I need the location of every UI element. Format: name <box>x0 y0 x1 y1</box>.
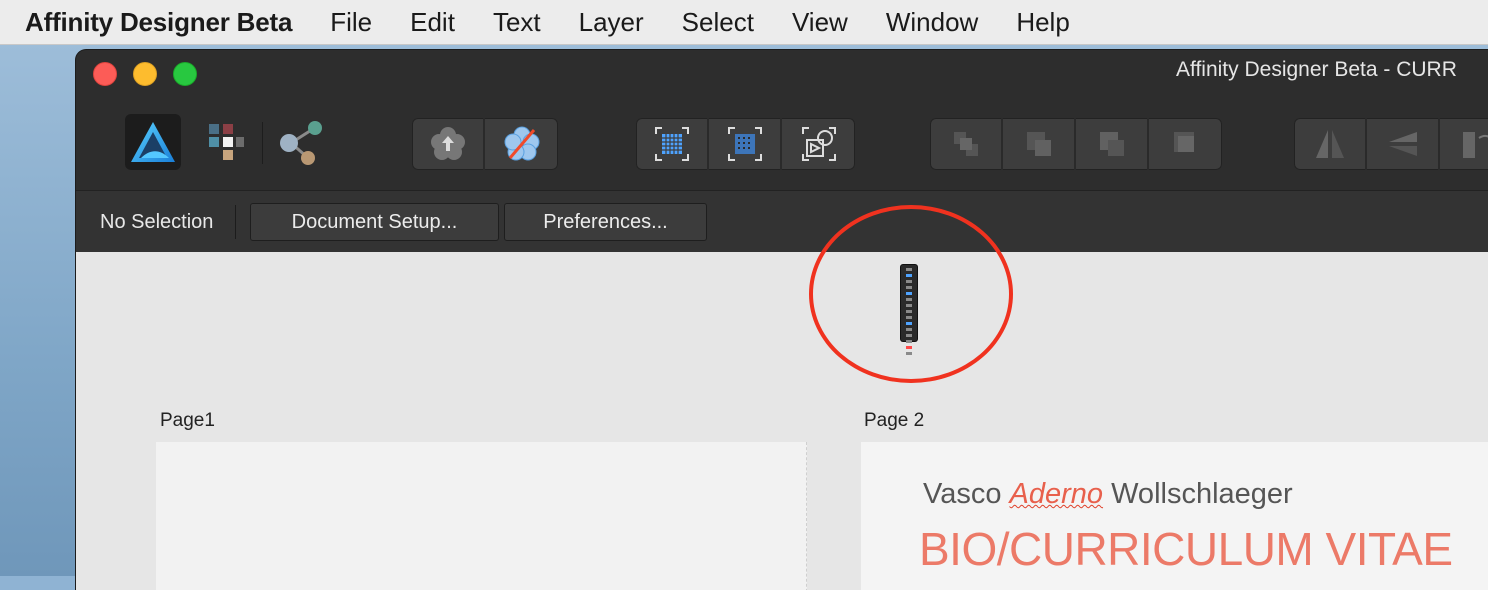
shape-snap-icon <box>799 124 839 164</box>
arrange-tools-group <box>930 118 1222 170</box>
flip-vertical-button[interactable] <box>1367 118 1440 170</box>
cv-name-middle: Aderno <box>1010 478 1104 510</box>
arrange-front-icon <box>1166 124 1206 164</box>
minimize-window-button[interactable] <box>133 62 157 86</box>
page2-label[interactable]: Page 2 <box>864 410 924 432</box>
preferences-button[interactable]: Preferences... <box>504 203 707 241</box>
flip-vertical-icon <box>1383 124 1423 164</box>
flip-horizontal-button[interactable] <box>1294 118 1367 170</box>
menu-layer[interactable]: Layer <box>579 7 644 38</box>
menu-app-name[interactable]: Affinity Designer Beta <box>25 7 292 38</box>
rotate-icon <box>1457 124 1488 164</box>
upload-button[interactable] <box>412 118 485 170</box>
app-window: Affinity Designer Beta - CURR <box>76 50 1488 590</box>
move-to-back-button[interactable] <box>930 118 1003 170</box>
cv-name-last: Wollschlaeger <box>1103 478 1293 510</box>
dot-grid-icon <box>725 124 765 164</box>
flip-tools-group <box>1294 118 1488 170</box>
pixel-grid-button[interactable] <box>636 118 709 170</box>
flip-horizontal-icon <box>1310 124 1350 164</box>
toolbar <box>76 94 1488 190</box>
cv-name-first: Vasco <box>923 478 1010 510</box>
export-share-icon <box>273 117 329 167</box>
snapping-tools-group <box>636 118 855 170</box>
menu-edit[interactable]: Edit <box>410 7 455 38</box>
designer-persona-button[interactable] <box>125 114 181 170</box>
export-persona-button[interactable] <box>273 114 329 170</box>
no-sync-button[interactable] <box>485 118 558 170</box>
rotate-button[interactable] <box>1440 118 1488 170</box>
window-title: Affinity Designer Beta - CURR <box>1176 58 1457 82</box>
page2-artboard[interactable]: Vasco Aderno Wollschlaeger BIO/CURRICULU… <box>861 442 1488 590</box>
zoom-window-button[interactable] <box>173 62 197 86</box>
share-tools-group <box>412 118 558 170</box>
menu-view[interactable]: View <box>792 7 848 38</box>
pixel-grid-snap-icon <box>652 124 692 164</box>
flower-disabled-icon <box>502 124 542 164</box>
affinity-designer-icon <box>129 120 177 164</box>
menubar: Affinity Designer Beta File Edit Text La… <box>0 0 1488 45</box>
arrange-backward-icon <box>1019 124 1059 164</box>
highlight-circle-annotation <box>809 205 1013 383</box>
menu-text[interactable]: Text <box>493 7 541 38</box>
menu-file[interactable]: File <box>330 7 372 38</box>
page1-label[interactable]: Page1 <box>160 410 215 432</box>
page1-artboard[interactable] <box>156 442 807 590</box>
arrange-forward-icon <box>1092 124 1132 164</box>
grid-dots-button[interactable] <box>709 118 782 170</box>
document-setup-button[interactable]: Document Setup... <box>250 203 499 241</box>
titlebar: Affinity Designer Beta - CURR <box>76 50 1488 94</box>
menu-help[interactable]: Help <box>1016 7 1069 38</box>
move-forward-one-button[interactable] <box>1076 118 1149 170</box>
arrange-back-icon <box>946 124 986 164</box>
cv-name-text[interactable]: Vasco Aderno Wollschlaeger <box>923 478 1293 511</box>
cv-title-text[interactable]: BIO/CURRICULUM VITAE <box>919 522 1453 576</box>
upload-flower-icon <box>428 124 468 164</box>
menu-select[interactable]: Select <box>682 7 754 38</box>
move-back-one-button[interactable] <box>1003 118 1076 170</box>
context-toolbar: No Selection Document Setup... Preferenc… <box>76 190 1488 254</box>
pixel-grid-icon <box>203 120 247 164</box>
move-to-front-button[interactable] <box>1149 118 1222 170</box>
menu-window[interactable]: Window <box>886 7 978 38</box>
selection-status: No Selection <box>100 211 213 234</box>
snap-to-shape-button[interactable] <box>782 118 855 170</box>
pixel-persona-button[interactable] <box>197 114 253 170</box>
canvas[interactable]: Page1 Page 2 Vasco Aderno Wollschlaeger … <box>76 252 1488 590</box>
close-window-button[interactable] <box>93 62 117 86</box>
